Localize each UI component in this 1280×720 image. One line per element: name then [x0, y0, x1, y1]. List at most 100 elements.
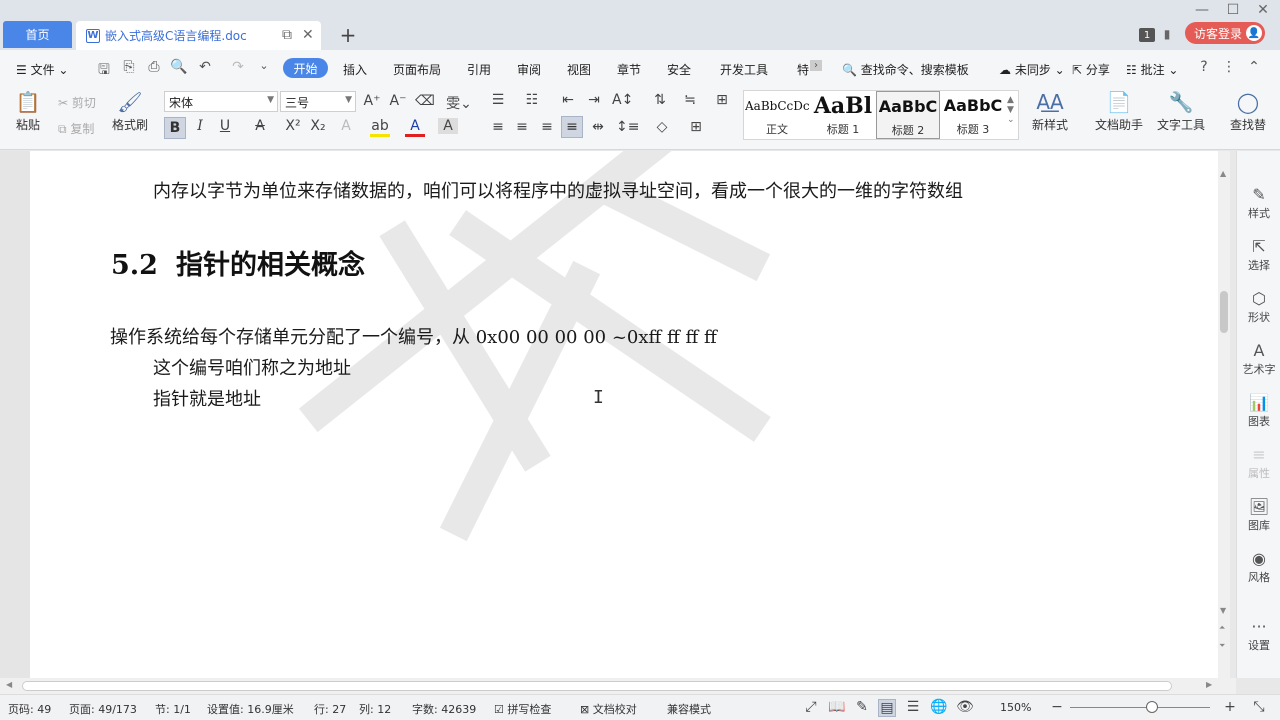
decrease-indent-icon[interactable]: ⇤ — [558, 92, 578, 108]
save-icon[interactable]: 🖫 — [95, 59, 113, 83]
table-border-icon[interactable]: ⊞ — [712, 92, 732, 108]
panel-chart[interactable]: 📊 图表 — [1237, 393, 1280, 429]
status-word-count[interactable]: 字数: 42639 — [412, 701, 476, 717]
outline-view-icon[interactable]: ☰ — [904, 699, 922, 715]
char-shading-icon[interactable]: A — [438, 118, 458, 134]
cut-button[interactable]: ✂ 剪切 — [58, 94, 96, 111]
paragraph-address-range[interactable]: 操作系统给每个存储单元分配了一个编号，从 0x00 00 00 00 ~0xff… — [110, 323, 717, 349]
login-button[interactable]: 访客登录 👤 — [1185, 22, 1265, 44]
zoom-slider-track[interactable] — [1070, 707, 1210, 708]
minimize-icon[interactable]: — — [1192, 2, 1212, 18]
copy-button[interactable]: ⧉ 复制 — [58, 120, 94, 137]
panel-shapes[interactable]: ⬡ 形状 — [1237, 289, 1280, 325]
styles-scroll-icon[interactable]: ▲ ▼ ⌄ — [1007, 95, 1015, 125]
panel-properties[interactable]: ≡ 属性 — [1237, 445, 1280, 481]
scroll-left-icon[interactable]: ◀ — [6, 680, 12, 689]
paragraph-pointer[interactable]: 指针就是地址 — [153, 385, 261, 411]
status-setting-value[interactable]: 设置值: 16.9厘米 — [207, 701, 294, 717]
menu-tab-security[interactable]: 安全 — [667, 61, 691, 78]
bullet-list-icon[interactable]: ☰ — [488, 92, 508, 108]
maximize-icon[interactable]: ☐ — [1223, 2, 1243, 18]
horizontal-scroll-thumb[interactable] — [22, 681, 1172, 691]
zoom-slider-knob[interactable] — [1146, 701, 1158, 713]
close-window-icon[interactable]: ✕ — [1253, 2, 1273, 18]
zoom-level[interactable]: 150% — [1000, 701, 1031, 714]
paragraph-memory[interactable]: 内存以字节为单位来存储数据的，咱们可以将程序中的虚拟寻址空间，看成一个很大的一维… — [153, 177, 963, 203]
restore-tab-icon[interactable]: ⧉ — [282, 27, 292, 43]
zoom-in-icon[interactable]: + — [1221, 699, 1239, 715]
font-name-select[interactable]: 宋体 ▼ — [164, 91, 278, 112]
text-tools-button[interactable]: 🔧 文字工具 — [1152, 90, 1210, 133]
window-count-badge[interactable]: 1 — [1139, 28, 1155, 42]
write-mode-icon[interactable]: ✎ — [853, 699, 871, 715]
eye-protection-icon[interactable]: 👁 — [956, 699, 974, 715]
menu-tab-review[interactable]: 审阅 — [517, 61, 541, 78]
panel-wordart[interactable]: A 艺术字 — [1237, 341, 1280, 377]
help-icon[interactable]: ? — [1195, 59, 1213, 75]
style-heading-1[interactable]: AaBl 标题 1 — [811, 91, 875, 139]
menu-tab-insert[interactable]: 插入 — [343, 61, 367, 78]
panel-gallery[interactable]: 🖼 图库 — [1237, 497, 1280, 533]
redo-icon[interactable]: ↷ — [229, 59, 247, 75]
increase-indent-icon[interactable]: ⇥ — [584, 92, 604, 108]
home-tab[interactable]: 首页 — [3, 21, 72, 48]
menu-tab-special[interactable]: 特 — [797, 61, 809, 78]
text-direction-icon[interactable]: A↕ — [612, 92, 633, 108]
quick-access-dropdown-icon[interactable]: ⌄ — [255, 59, 273, 72]
font-size-select[interactable]: 三号 ▼ — [280, 91, 356, 112]
style-normal[interactable]: AaBbCcDc 正文 — [745, 91, 809, 139]
increase-font-icon[interactable]: A⁺ — [362, 93, 382, 109]
menu-tab-home[interactable]: 开始 — [283, 58, 328, 78]
menu-tab-developer[interactable]: 开发工具 — [720, 61, 768, 78]
status-column[interactable]: 列: 12 — [359, 701, 391, 717]
comment-button[interactable]: ☷ 批注 ⌄ — [1126, 61, 1178, 78]
bold-button[interactable]: B — [164, 117, 186, 139]
vertical-scrollbar[interactable]: ▲ ▼ ⏶ ⏷ — [1218, 151, 1230, 678]
tile-windows-icon[interactable]: ▮ — [1157, 27, 1177, 41]
page-view-icon[interactable]: ▤ — [878, 699, 896, 717]
undo-icon[interactable]: ↶ — [196, 59, 214, 75]
clear-format-icon[interactable]: ⌫ — [415, 93, 435, 109]
spell-check-button[interactable]: ☑ 拼写检查 — [494, 701, 551, 717]
justify-button[interactable]: ≡ — [561, 116, 583, 138]
align-right-icon[interactable]: ≡ — [537, 119, 557, 135]
decrease-font-icon[interactable]: A⁻ — [388, 93, 408, 109]
text-effect-icon[interactable]: A — [336, 118, 356, 134]
document-tab[interactable]: W 嵌入式高级C语言编程.doc ⧉ ✕ — [76, 21, 321, 50]
status-page[interactable]: 页面: 49/173 — [69, 701, 137, 717]
export-pdf-icon[interactable]: ⎘ — [120, 59, 138, 75]
format-painter-button[interactable]: 🖌 格式刷 — [108, 90, 152, 133]
paragraph-address-name[interactable]: 这个编号咱们称之为地址 — [153, 354, 351, 380]
font-color-icon[interactable]: A — [405, 118, 425, 137]
fullscreen-icon[interactable]: ⤢ — [802, 699, 820, 715]
italic-button[interactable]: I — [190, 118, 210, 134]
vertical-scroll-thumb[interactable] — [1220, 291, 1228, 333]
style-heading-3[interactable]: AaBbC 标题 3 — [941, 91, 1005, 139]
document-page[interactable]: 内存以字节为单位来存储数据的，咱们可以将程序中的虚拟寻址空间，看成一个很大的一维… — [30, 151, 1218, 678]
distributed-align-icon[interactable]: ⇹ — [588, 119, 608, 135]
paste-button[interactable]: 📋 粘贴 — [10, 90, 46, 133]
superscript-button[interactable]: X² — [283, 118, 303, 134]
line-spacing-icon[interactable]: ↕≡ — [616, 119, 639, 135]
horizontal-scrollbar[interactable]: ◀ ▶ — [0, 678, 1236, 694]
status-row[interactable]: 行: 27 — [314, 701, 346, 717]
strikethrough-button[interactable]: A — [250, 118, 270, 134]
menu-tab-page-layout[interactable]: 页面布局 — [393, 61, 441, 78]
align-center-icon[interactable]: ≡ — [512, 119, 532, 135]
read-mode-icon[interactable]: 📖 — [828, 699, 846, 715]
more-tabs-icon[interactable]: › — [810, 60, 822, 71]
menu-tab-view[interactable]: 视图 — [567, 61, 591, 78]
print-preview-icon[interactable]: 🔍 — [170, 59, 188, 75]
underline-button[interactable]: U — [215, 118, 235, 134]
scroll-up-icon[interactable]: ▲ — [1220, 169, 1226, 178]
zoom-out-icon[interactable]: − — [1048, 699, 1066, 715]
command-search[interactable]: 🔍 查找命令、搜索模板 — [842, 61, 969, 78]
share-button[interactable]: ⇱ 分享 — [1072, 61, 1110, 78]
subscript-button[interactable]: X₂ — [308, 118, 328, 134]
align-left-icon[interactable]: ≡ — [488, 119, 508, 135]
doc-proof-button[interactable]: ⊠ 文档校对 — [580, 701, 637, 717]
scroll-down-icon[interactable]: ▼ — [1220, 606, 1226, 615]
sort-icon[interactable]: ⇅ — [650, 92, 670, 108]
section-heading[interactable]: 5.2 指针的相关概念 — [111, 243, 365, 282]
panel-theme[interactable]: ◉ 风格 — [1237, 549, 1280, 585]
